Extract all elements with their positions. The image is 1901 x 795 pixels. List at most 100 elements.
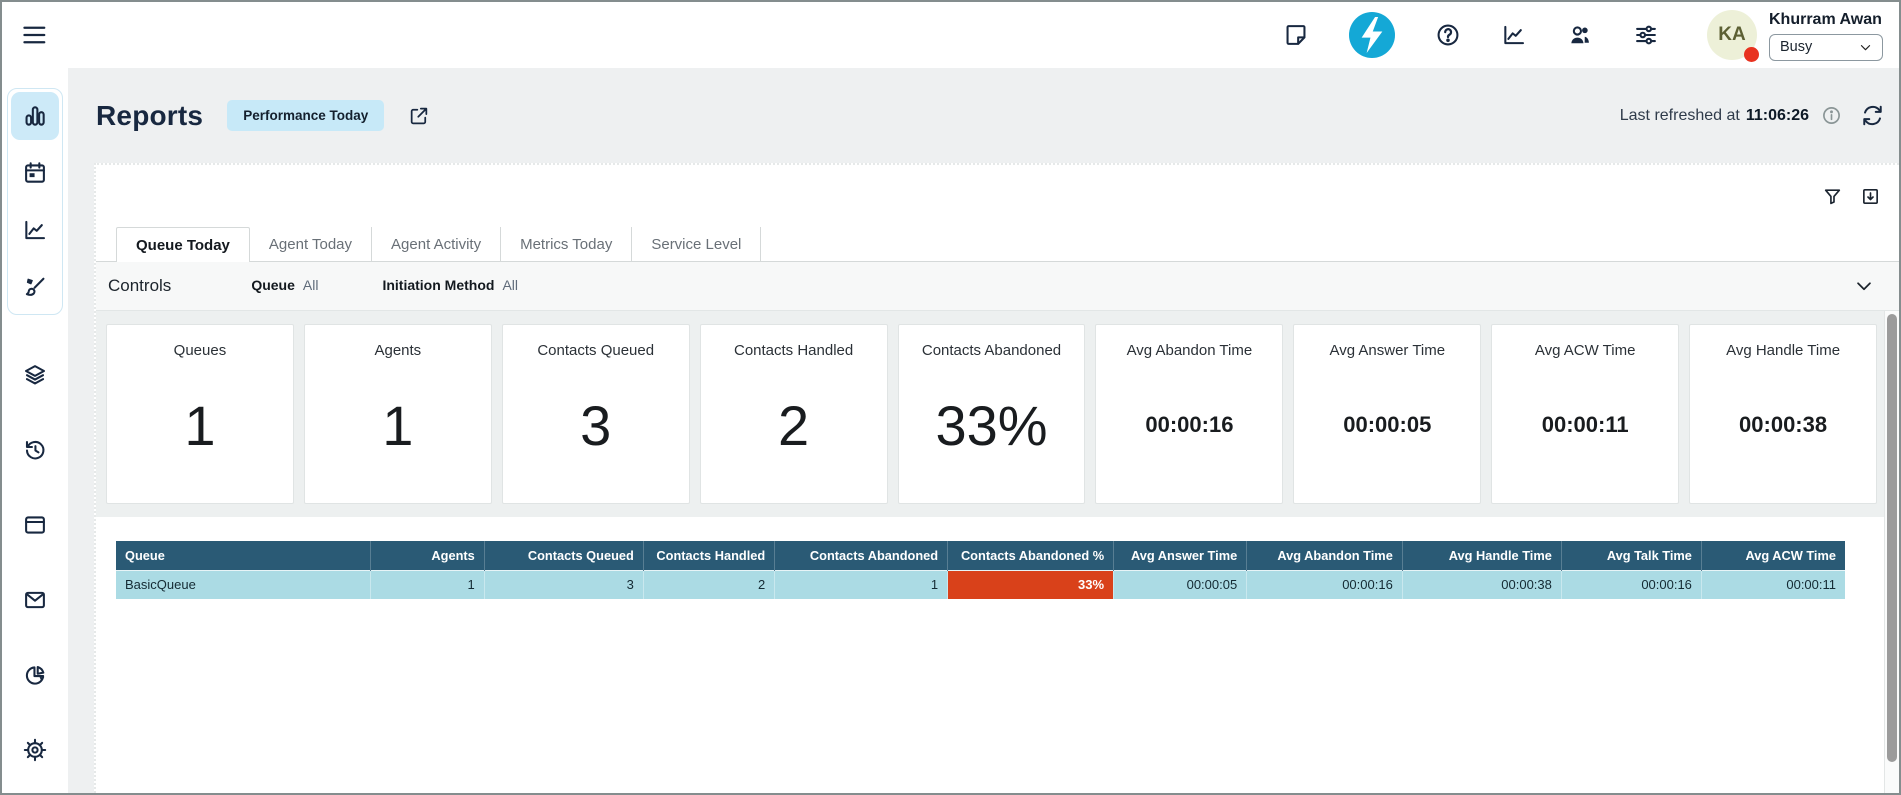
cell-avg-answer-time: 00:00:05 [1114,571,1247,600]
sliders-icon[interactable] [1633,22,1659,48]
column-header-avg-talk-time[interactable]: Avg Talk Time [1561,541,1701,571]
sidebar-item-window[interactable] [11,501,59,549]
filter-queue[interactable]: QueueAll [251,277,318,295]
page-title: Reports [96,100,203,132]
sidebar-item-mail[interactable] [11,576,59,624]
column-header-avg-answer-time[interactable]: Avg Answer Time [1114,541,1247,571]
column-header-contacts-abandoned[interactable]: Contacts Abandoned [775,541,948,571]
last-refreshed-label: Last refreshed at [1620,107,1740,125]
tab-agent-activity[interactable]: Agent Activity [372,227,501,261]
sidebar-item-brush[interactable] [11,263,59,311]
metric-card-value: 00:00:05 [1343,359,1431,503]
topbar: KA Khurram Awan Busy [2,2,1899,68]
sidebar-item-calendar[interactable] [11,149,59,197]
scrollbar-thumb[interactable] [1887,314,1897,762]
calendar-icon [22,160,48,186]
users-icon[interactable] [1567,22,1593,48]
user-name: Khurram Awan [1769,11,1883,29]
column-header-contacts-handled[interactable]: Contacts Handled [643,541,774,571]
filter-value: All [502,277,518,293]
metric-card-title: Contacts Queued [537,342,654,359]
info-icon[interactable] [1821,105,1842,126]
cell-avg-acw-time: 00:00:11 [1701,571,1845,600]
metric-card-avg-acw-time: Avg ACW Time00:00:11 [1491,324,1679,504]
window-icon [22,512,48,538]
metric-card-title: Contacts Abandoned [922,342,1061,359]
cell-queue: BasicQueue [116,571,370,600]
cell-avg-abandon-time: 00:00:16 [1247,571,1403,600]
sidebar-item-pie-chart[interactable] [11,651,59,699]
report-panel: Queue TodayAgent TodayAgent ActivityMetr… [94,163,1899,793]
pie-chart-icon [22,662,48,688]
queue-metrics-table: QueueAgentsContacts QueuedContacts Handl… [116,541,1845,599]
tab-metrics-today[interactable]: Metrics Today [501,227,632,261]
scrollbar-track[interactable] [1884,311,1899,793]
metric-card-value: 1 [184,359,215,503]
metric-card-title: Avg Handle Time [1726,342,1840,359]
table-header-row: QueueAgentsContacts QueuedContacts Handl… [116,541,1845,571]
user-info: Khurram Awan Busy [1769,10,1883,61]
line-chart-icon [22,217,48,243]
metric-card-title: Agents [374,342,421,359]
tab-service-level[interactable]: Service Level [632,227,761,261]
note-icon[interactable] [1283,22,1309,48]
bar-chart-icon [22,103,48,129]
metric-card-title: Avg Abandon Time [1127,342,1253,359]
cell-agents: 1 [370,571,484,600]
chevron-down-icon [1858,40,1873,55]
filter-initiation-method[interactable]: Initiation Method All [382,277,518,295]
column-header-agents[interactable]: Agents [370,541,484,571]
status-select[interactable]: Busy [1769,34,1883,61]
tab-queue-today[interactable]: Queue Today [116,227,250,262]
metric-card-title: Avg ACW Time [1535,342,1636,359]
open-in-new-window-icon[interactable] [408,105,430,127]
tab-agent-today[interactable]: Agent Today [250,227,372,261]
controls-title: Controls [108,276,171,296]
metric-card-value: 33% [935,359,1047,503]
report-tabs: Queue TodayAgent TodayAgent ActivityMetr… [96,227,1899,262]
content-header: Reports Performance Today Last refreshed… [68,68,1899,163]
status-dot [1744,47,1759,62]
sidebar-item-bar-chart[interactable] [11,92,59,140]
column-header-avg-abandon-time[interactable]: Avg Abandon Time [1247,541,1403,571]
download-icon[interactable] [1860,186,1881,207]
metric-card-agents: Agents1 [304,324,492,504]
hamburger-menu-icon[interactable] [20,21,48,49]
sidebar [2,68,68,793]
controls-row: Controls QueueAll Initiation Method All [96,262,1899,311]
sidebar-item-line-chart[interactable] [11,206,59,254]
filters: QueueAll Initiation Method All [251,277,518,295]
layers-icon [22,362,48,388]
sidebar-nav-rest [11,351,59,774]
filter-label: Queue [251,277,295,293]
metric-card-value: 00:00:11 [1542,359,1629,503]
sidebar-item-layers[interactable] [11,351,59,399]
metric-card-contacts-queued: Contacts Queued3 [502,324,690,504]
cell-contacts-abandoned: 1 [775,571,948,600]
column-header-avg-handle-time[interactable]: Avg Handle Time [1402,541,1561,571]
column-header-avg-acw-time[interactable]: Avg ACW Time [1701,541,1845,571]
column-header-contacts-abandoned[interactable]: Contacts Abandoned % [948,541,1114,571]
metric-card-title: Avg Answer Time [1329,342,1445,359]
sidebar-item-gear[interactable] [11,726,59,774]
avatar[interactable]: KA [1707,10,1757,60]
metrics-icon[interactable] [1501,22,1527,48]
brush-icon [22,274,48,300]
collapse-chevron-icon[interactable] [1853,275,1875,297]
lightning-icon[interactable] [1349,12,1395,58]
topbar-icon-group [1283,12,1659,58]
filter-label: Initiation Method [382,277,494,293]
cell-contacts-handled: 2 [643,571,774,600]
column-header-contacts-queued[interactable]: Contacts Queued [484,541,643,571]
content: Reports Performance Today Last refreshed… [68,68,1899,793]
metric-card-avg-answer-time: Avg Answer Time00:00:05 [1293,324,1481,504]
filter-funnel-icon[interactable] [1822,186,1843,207]
metric-card-value: 00:00:38 [1739,359,1827,503]
metric-card-contacts-handled: Contacts Handled2 [700,324,888,504]
column-header-queue[interactable]: Queue [116,541,370,571]
metric-card-value: 00:00:16 [1145,359,1233,503]
mail-icon [22,587,48,613]
sidebar-item-history[interactable] [11,426,59,474]
help-icon[interactable] [1435,22,1461,48]
refresh-icon[interactable] [1860,103,1885,128]
